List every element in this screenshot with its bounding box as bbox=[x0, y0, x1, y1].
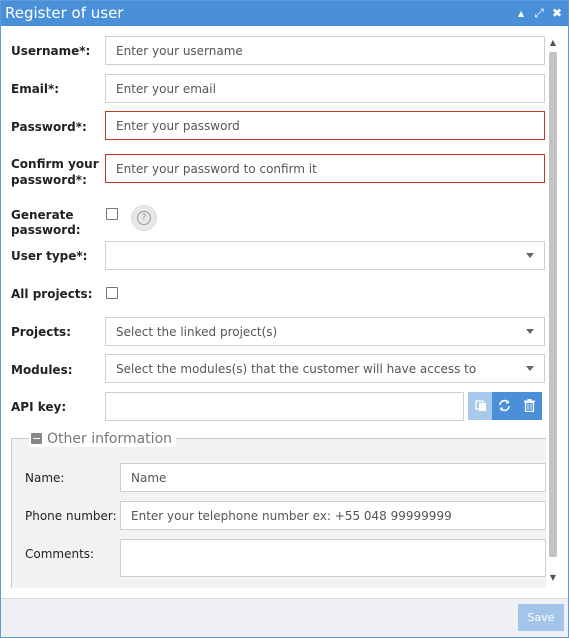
phone-label: Phone number: bbox=[25, 509, 117, 523]
comments-textarea[interactable] bbox=[120, 539, 546, 577]
vertical-scrollbar[interactable]: ▲ ▼ bbox=[546, 38, 560, 586]
all-projects-label: All projects: bbox=[11, 287, 93, 301]
generate-password-label-line1: Generate bbox=[11, 208, 74, 222]
minimize-icon[interactable]: ▴ bbox=[513, 5, 529, 21]
password-input[interactable]: Enter your password bbox=[105, 111, 545, 140]
copy-button[interactable] bbox=[468, 392, 493, 420]
question-mark: ? bbox=[137, 211, 151, 225]
all-projects-checkbox[interactable] bbox=[106, 287, 118, 299]
name-label: Name: bbox=[25, 471, 65, 485]
phone-input[interactable]: Enter your telephone number ex: +55 048 … bbox=[120, 501, 546, 530]
title-bar[interactable]: Register of user ▴ ⤢ ✖ bbox=[1, 1, 568, 26]
copy-icon bbox=[474, 400, 486, 411]
close-icon[interactable]: ✖ bbox=[549, 5, 565, 21]
save-button[interactable]: Save bbox=[518, 604, 564, 631]
dialog-title: Register of user bbox=[5, 4, 124, 22]
refresh-icon bbox=[499, 399, 510, 412]
name-input[interactable]: Name bbox=[120, 463, 546, 492]
confirm-password-label-line1: Confirm your bbox=[11, 157, 99, 171]
comments-label: Comments: bbox=[25, 547, 95, 561]
modules-label: Modules: bbox=[11, 363, 73, 377]
username-input[interactable]: Enter your username bbox=[105, 36, 545, 65]
projects-placeholder: Select the linked project(s) bbox=[116, 325, 278, 339]
dialog-footer bbox=[1, 598, 568, 637]
chevron-down-icon bbox=[526, 366, 534, 371]
scroll-thumb[interactable] bbox=[549, 52, 557, 557]
help-icon[interactable]: ? bbox=[131, 205, 157, 231]
generate-password-checkbox[interactable] bbox=[106, 208, 118, 220]
other-information-legend[interactable]: Other information bbox=[29, 431, 177, 447]
generate-password-label-line2: password: bbox=[11, 223, 81, 237]
email-input[interactable]: Enter your email bbox=[105, 74, 545, 103]
trash-icon bbox=[524, 399, 535, 413]
email-label: Email*: bbox=[11, 82, 60, 96]
projects-select[interactable]: Select the linked project(s) bbox=[105, 317, 545, 346]
other-information-title: Other information bbox=[47, 431, 173, 447]
api-key-input[interactable] bbox=[105, 392, 464, 421]
api-key-label: API key: bbox=[11, 400, 67, 414]
modules-placeholder: Select the modules(s) that the customer … bbox=[116, 362, 477, 376]
password-label: Password*: bbox=[11, 120, 87, 134]
user-type-select[interactable] bbox=[105, 241, 545, 270]
register-user-dialog: Register of user ▴ ⤢ ✖ Username*: Enter … bbox=[0, 0, 569, 638]
collapse-icon[interactable] bbox=[31, 433, 42, 444]
modules-select[interactable]: Select the modules(s) that the customer … bbox=[105, 354, 545, 383]
username-label: Username*: bbox=[11, 44, 91, 58]
scroll-down-icon[interactable]: ▼ bbox=[548, 573, 558, 583]
confirm-password-label-line2: password*: bbox=[11, 173, 87, 187]
delete-button[interactable] bbox=[517, 392, 542, 420]
scroll-up-icon[interactable]: ▲ bbox=[548, 38, 558, 48]
refresh-button[interactable] bbox=[492, 392, 517, 420]
chevron-down-icon bbox=[526, 329, 534, 334]
confirm-password-input[interactable]: Enter your password to confirm it bbox=[105, 154, 545, 183]
projects-label: Projects: bbox=[11, 325, 71, 339]
maximize-icon[interactable]: ⤢ bbox=[531, 5, 547, 21]
user-type-label: User type*: bbox=[11, 249, 88, 263]
chevron-down-icon bbox=[526, 253, 534, 258]
